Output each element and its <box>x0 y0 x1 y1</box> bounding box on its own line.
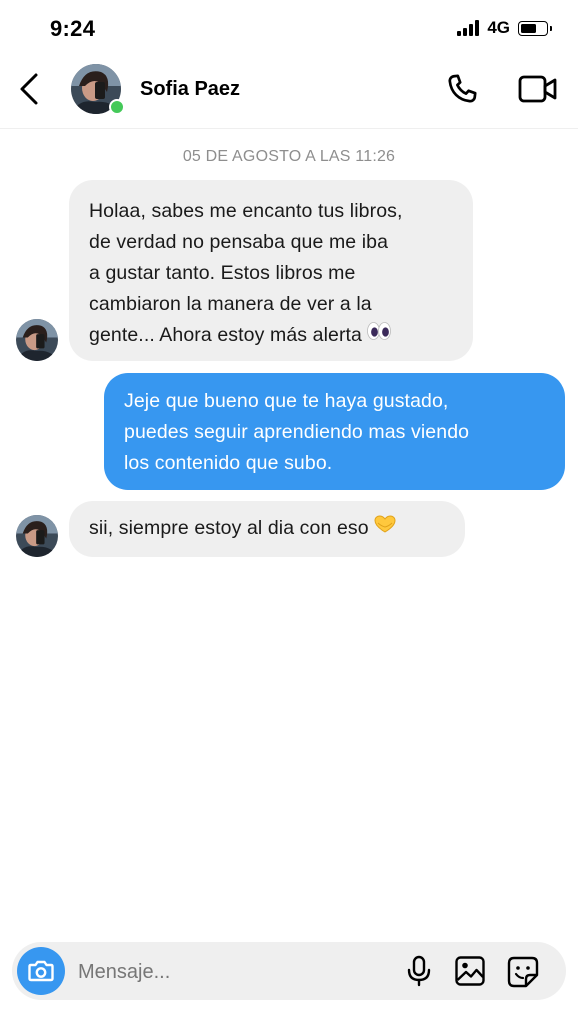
heart-hands-emoji-icon <box>373 513 397 544</box>
gallery-icon <box>455 956 485 986</box>
status-time: 9:24 <box>50 16 96 41</box>
voice-message-button[interactable] <box>404 955 434 987</box>
network-label: 4G <box>487 18 510 37</box>
back-chevron-icon <box>20 73 38 105</box>
message-line: puedes seguir aprendiendo mas viendo <box>124 421 470 443</box>
message-composer <box>12 942 566 1000</box>
sticker-icon <box>507 956 539 988</box>
camera-icon <box>28 960 54 982</box>
message-line: Holaa, sabes me encanto tus libros, <box>89 200 403 222</box>
message-line: de verdad no pensaba que me iba <box>89 231 389 253</box>
video-icon <box>518 75 557 103</box>
incoming-message[interactable]: sii, siempre estoy al dia con eso <box>69 501 465 557</box>
camera-button[interactable] <box>17 947 65 995</box>
message-line: Jeje que bueno que te haya gustado, <box>124 390 449 412</box>
signal-icon <box>457 20 480 36</box>
microphone-icon <box>407 955 431 987</box>
gallery-button[interactable] <box>454 955 486 987</box>
message-line: gente... Ahora estoy más alerta <box>89 324 363 346</box>
message-input[interactable] <box>76 954 390 990</box>
eyes-emoji-icon <box>366 320 392 351</box>
contact-avatar[interactable] <box>71 64 125 115</box>
status-bar: 9:24 4G <box>0 0 578 56</box>
status-indicators: 4G <box>457 18 552 38</box>
battery-icon <box>518 20 552 36</box>
sticker-button[interactable] <box>506 955 540 989</box>
message-line: a gustar tanto. Estos libros me <box>89 262 356 284</box>
back-button[interactable] <box>16 72 46 106</box>
video-call-button[interactable] <box>517 71 559 107</box>
message-line: cambiaron la manera de ver a la <box>89 293 372 315</box>
online-status-dot <box>109 99 125 115</box>
incoming-message[interactable]: Holaa, sabes me encanto tus libros, de v… <box>69 180 473 361</box>
sender-avatar[interactable] <box>16 319 58 361</box>
phone-icon <box>448 74 477 103</box>
sender-avatar[interactable] <box>16 515 58 557</box>
voice-call-button[interactable] <box>444 71 480 107</box>
message-line: sii, siempre estoy al dia con eso <box>89 517 369 539</box>
outgoing-message[interactable]: Jeje que bueno que te haya gustado, pued… <box>104 373 565 490</box>
contact-name[interactable]: Sofia Paez <box>140 78 240 101</box>
chat-header: Sofia Paez <box>0 56 578 129</box>
message-line: los contenido que subo. <box>124 452 333 474</box>
conversation-timestamp: 05 DE AGOSTO A LAS 11:26 <box>182 148 396 165</box>
